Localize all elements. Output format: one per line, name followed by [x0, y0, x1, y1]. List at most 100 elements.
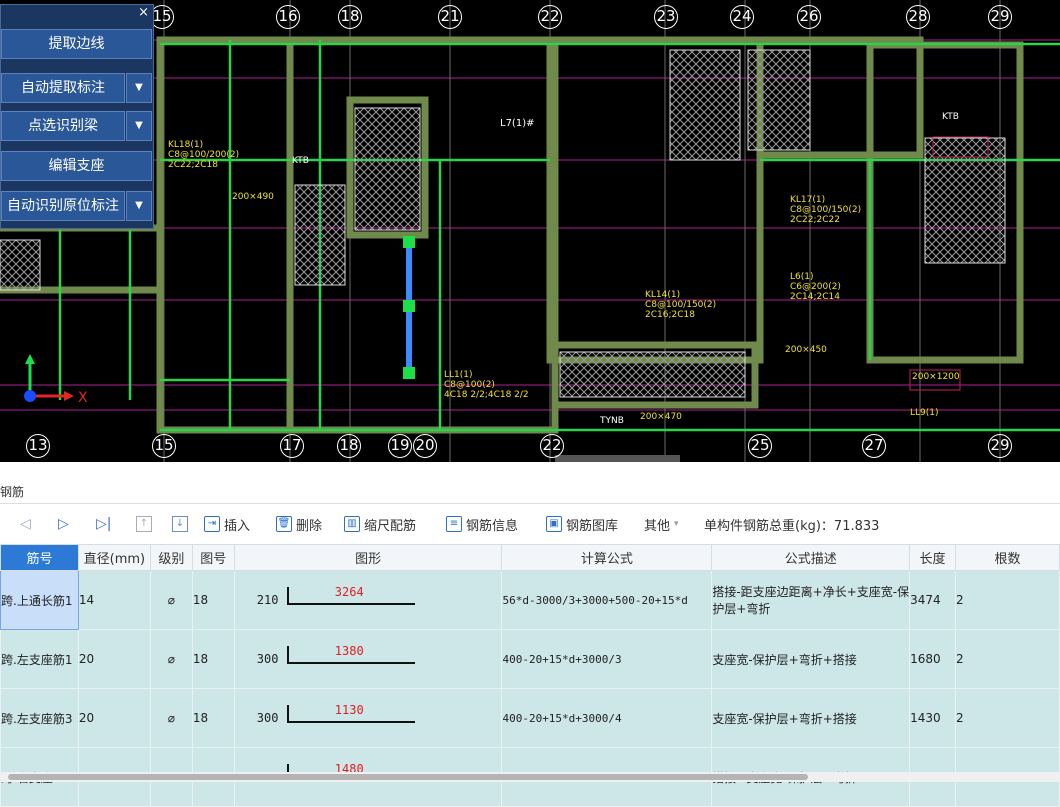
- cell-fig[interactable]: 18: [191, 688, 235, 748]
- insert-button[interactable]: ⇥ 插入: [204, 515, 250, 534]
- cell-name[interactable]: 跨.上通长筋1: [0, 570, 79, 630]
- cell-fig[interactable]: 18: [191, 570, 235, 630]
- info-label: 钢筋信息: [466, 518, 519, 534]
- axis-bottom-20: 20: [413, 434, 437, 458]
- cell-grade[interactable]: ⌀: [149, 688, 193, 748]
- cell-count[interactable]: 2: [955, 629, 1060, 689]
- tynb-label: TYNB: [600, 416, 624, 426]
- edit-support-button[interactable]: 编辑支座: [1, 151, 152, 181]
- table-row[interactable]: 跨.上通长筋1 14 ⌀ 18 210 3264 56*d-3000/3+3000…: [0, 570, 1060, 630]
- cell-diameter[interactable]: 20: [77, 688, 151, 748]
- cell-diameter[interactable]: 14: [77, 570, 151, 630]
- pick-beam-button[interactable]: 点选识别梁: [1, 111, 125, 141]
- cell-description[interactable]: 搭接-距支座边距离+净长+支座宽-保护层+弯折: [711, 570, 911, 630]
- beam-label-kl14[interactable]: KL14(1) C8@100/150(2) 2C16;2C18: [645, 290, 716, 320]
- cell-length[interactable]: 1680: [909, 629, 957, 689]
- cell-fig[interactable]: 18: [191, 629, 235, 689]
- beam-label-ll1[interactable]: LL1(1) C8@100(2) 4C18 2/2;4C18 2/2: [444, 370, 529, 400]
- auto-extract-label-button[interactable]: 自动提取标注: [1, 73, 125, 103]
- cell-grade[interactable]: ⌀: [149, 570, 193, 630]
- extract-edge-button[interactable]: 提取边线: [1, 29, 152, 59]
- cell-count[interactable]: 2: [955, 688, 1060, 748]
- auto-recognize-inplace-dropdown[interactable]: ▼: [126, 191, 152, 221]
- cell-grade[interactable]: ⌀: [149, 629, 193, 689]
- label-line: KL14(1): [645, 290, 681, 300]
- next-icon[interactable]: ▷: [58, 516, 69, 532]
- library-icon: ▣: [546, 516, 562, 532]
- horizontal-scrollbar[interactable]: [0, 772, 1060, 782]
- size-label: 200×490: [232, 192, 274, 202]
- axis-top-26: 26: [797, 5, 821, 29]
- axis-top-21: 21: [438, 5, 462, 29]
- scale-rebar-button[interactable]: ▥ 缩尺配筋: [344, 515, 416, 534]
- table-row[interactable]: 跨.左支座筋3 20 ⌀ 18 300 1130 400-20+15*d+3000…: [0, 688, 1060, 748]
- cell-description[interactable]: 支座宽-保护层+弯折+搭接: [711, 629, 911, 689]
- col-header[interactable]: 计算公式: [501, 544, 713, 571]
- col-header[interactable]: 根数: [955, 544, 1060, 571]
- pick-beam-dropdown[interactable]: ▼: [126, 111, 152, 141]
- shape-value: 1380: [334, 644, 364, 658]
- cell-length[interactable]: 3474: [909, 570, 957, 630]
- svg-text:X: X: [78, 390, 88, 406]
- beam-label-kl18[interactable]: KL18(1) C8@100/200(2) 2C22;2C18: [168, 140, 239, 170]
- label-line: L6(1): [790, 272, 814, 282]
- move-up-icon[interactable]: ↑: [136, 516, 152, 532]
- label-line: KL18(1): [168, 140, 204, 150]
- label-line: 2C22;2C18: [168, 160, 218, 170]
- cell-name[interactable]: 跨.左支座筋3: [0, 688, 79, 748]
- other-label: 其他: [644, 518, 671, 534]
- cell-count[interactable]: 2: [955, 570, 1060, 630]
- col-header[interactable]: 级别: [149, 544, 193, 571]
- cell-shape[interactable]: 300 1130: [233, 688, 503, 748]
- size-label-4: 200×450: [785, 345, 827, 355]
- cell-description[interactable]: 支座宽-保护层+弯折+搭接: [711, 688, 911, 748]
- axis-top-28: 28: [906, 5, 930, 29]
- prev-icon[interactable]: ◁: [20, 516, 31, 532]
- col-header[interactable]: 直径(mm): [77, 544, 151, 571]
- axis-bottom-18: 18: [337, 434, 361, 458]
- axis-top-22: 22: [538, 5, 562, 29]
- axis-top-24: 24: [730, 5, 754, 29]
- col-header[interactable]: 筋号: [0, 544, 79, 571]
- label-line: 2C22;2C22: [790, 215, 840, 225]
- axis-top-29: 29: [988, 5, 1012, 29]
- cad-canvas[interactable]: X KL18(1) C8@100/200(2) 2C22;2C18 KTB 20…: [0, 0, 1060, 462]
- axis-top-16: 16: [276, 5, 300, 29]
- col-header[interactable]: 长度: [909, 544, 957, 571]
- beam-label-kl17[interactable]: KL17(1) C8@100/150(2) 2C22;2C22: [790, 195, 861, 225]
- cell-diameter[interactable]: 20: [77, 629, 151, 689]
- rebar-library-button[interactable]: ▣ 钢筋图库: [546, 515, 618, 534]
- last-icon[interactable]: ▷|: [96, 516, 111, 532]
- auto-extract-label-dropdown[interactable]: ▼: [126, 73, 152, 103]
- label-line: C8@100/200(2): [168, 150, 240, 160]
- cell-shape[interactable]: 300 1380: [233, 629, 503, 689]
- table-row[interactable]: 跨.左支座筋1 20 ⌀ 18 300 1380 400-20+15*d+3000…: [0, 629, 1060, 689]
- col-header[interactable]: 图形: [233, 544, 503, 571]
- trash-icon: 🗑: [276, 516, 292, 532]
- cell-formula[interactable]: 400-20+15*d+3000/4: [501, 688, 713, 748]
- rebar-panel: 钢筋 ◁ ▷ ▷| ↑ ↓ ⇥ 插入 🗑 删除 ▥ 缩尺配筋 ≡ 钢筋信息 ▣ 钢筋图库 …: [0, 462, 1060, 807]
- panel-close-button[interactable]: ×: [138, 5, 149, 20]
- delete-button[interactable]: 🗑 删除: [276, 515, 322, 534]
- beam-label-ll9: LL9(1): [910, 408, 939, 418]
- cell-shape[interactable]: 210 3264: [233, 570, 503, 630]
- axis-bottom-19: 19: [388, 434, 412, 458]
- label-line: 2C16;2C18: [645, 310, 695, 320]
- scrollbar-thumb[interactable]: [8, 774, 808, 780]
- move-down-icon[interactable]: ↓: [172, 516, 188, 532]
- rebar-toolbar: ◁ ▷ ▷| ↑ ↓ ⇥ 插入 🗑 删除 ▥ 缩尺配筋 ≡ 钢筋信息 ▣ 钢筋图库 其他 ▾…: [0, 510, 1060, 538]
- insert-icon: ⇥: [204, 516, 220, 532]
- axis-bottom-27: 27: [862, 434, 886, 458]
- col-header[interactable]: 公式描述: [711, 544, 911, 571]
- cell-name[interactable]: 跨.左支座筋1: [0, 629, 79, 689]
- other-dropdown[interactable]: 其他 ▾: [644, 515, 679, 534]
- auto-recognize-inplace-button[interactable]: 自动识别原位标注: [1, 191, 125, 221]
- rebar-info-button[interactable]: ≡ 钢筋信息: [446, 515, 518, 534]
- axis-bottom-13: 13: [26, 434, 50, 458]
- cell-formula[interactable]: 400-20+15*d+3000/3: [501, 629, 713, 689]
- cell-formula[interactable]: 56*d-3000/3+3000+500-20+15*d: [501, 570, 713, 630]
- col-header[interactable]: 图号: [191, 544, 235, 571]
- section-title: 钢筋: [0, 480, 1060, 504]
- beam-label-l6[interactable]: L6(1) C6@200(2) 2C14;2C14: [790, 272, 841, 302]
- cell-length[interactable]: 1430: [909, 688, 957, 748]
